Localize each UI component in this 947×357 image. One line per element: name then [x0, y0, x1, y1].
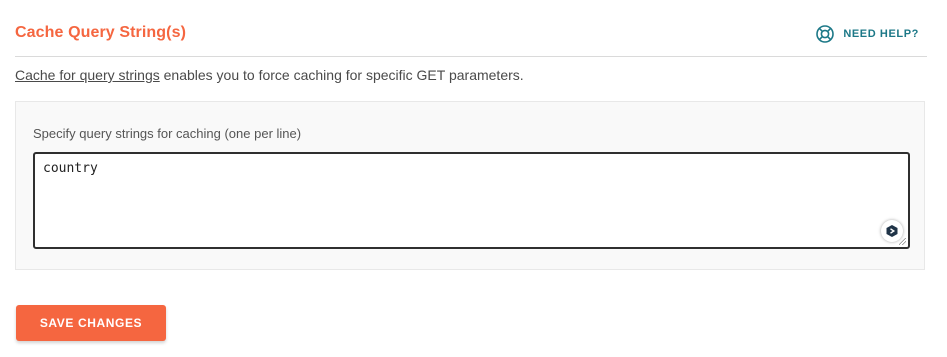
section-title: Cache Query String(s) — [15, 24, 187, 41]
assistant-glyph — [886, 225, 898, 237]
query-strings-value: country — [43, 161, 98, 176]
section-description: Cache for query strings enables you to f… — [15, 67, 524, 83]
resize-handle[interactable] — [899, 238, 906, 245]
need-help-label: NEED HELP? — [843, 28, 919, 40]
query-strings-panel: Specify query strings for caching (one p… — [15, 101, 925, 270]
query-strings-textarea[interactable]: country — [33, 152, 910, 249]
save-changes-button[interactable]: SAVE CHANGES — [16, 305, 166, 341]
settings-page: Cache Query String(s) NEED HELP? Cache f… — [0, 0, 947, 357]
cache-query-strings-link[interactable]: Cache for query strings — [15, 67, 160, 83]
query-strings-label: Specify query strings for caching (one p… — [33, 126, 302, 141]
section-header: Cache Query String(s) NEED HELP? — [15, 18, 927, 57]
description-text: enables you to force caching for specifi… — [159, 67, 524, 83]
lifebuoy-icon — [816, 25, 835, 43]
need-help-link[interactable]: NEED HELP? — [815, 24, 919, 44]
